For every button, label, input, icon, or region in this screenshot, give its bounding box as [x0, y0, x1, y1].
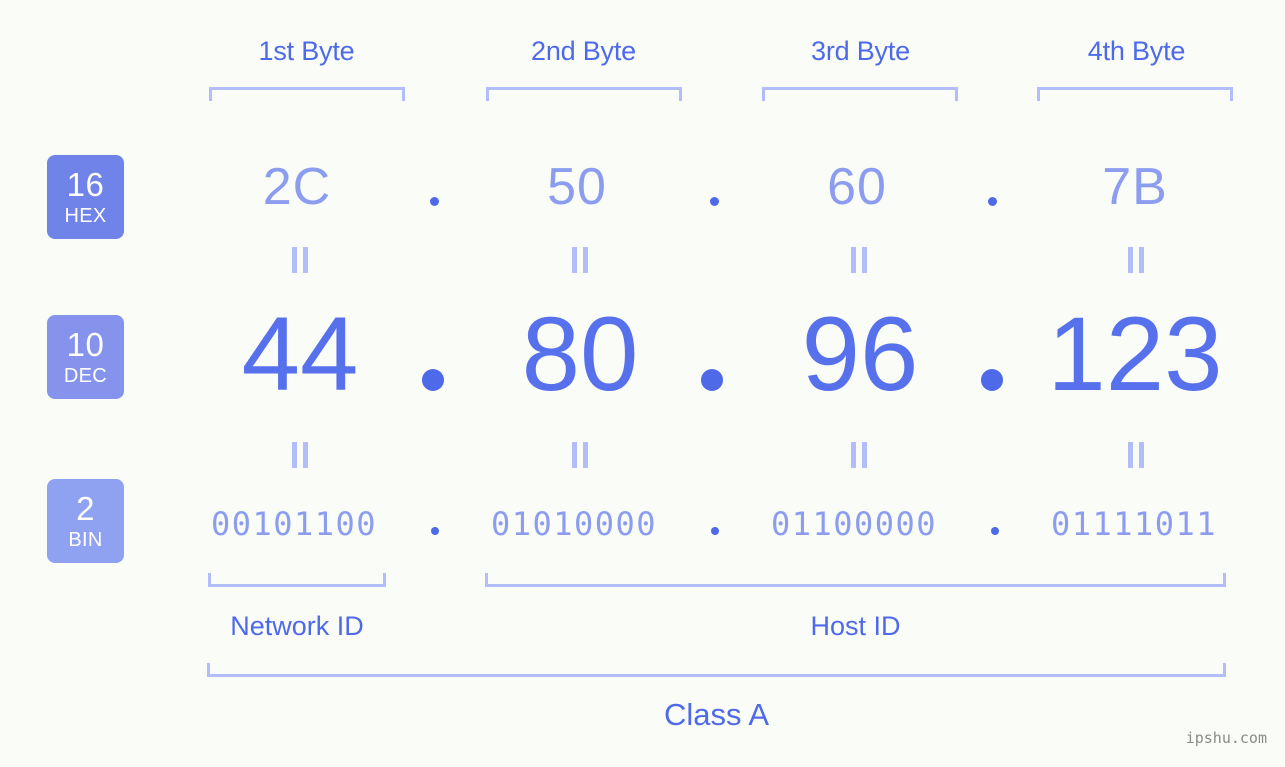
bin-separator-3 — [991, 527, 999, 535]
base-badge-hex-number: 16 — [66, 166, 105, 203]
base-badge-bin: 2 BIN — [47, 479, 124, 563]
hex-separator-1 — [430, 197, 439, 206]
dec-octet-4: 123 — [1047, 296, 1223, 413]
equals-icon-dec-bin-4 — [1127, 442, 1145, 468]
equals-icon-dec-bin-1 — [291, 442, 309, 468]
dec-separator-1 — [422, 369, 444, 391]
byte-label-1: 1st Byte — [258, 36, 355, 66]
base-badge-dec-name: DEC — [63, 365, 108, 387]
network-id-label: Network ID — [230, 611, 364, 641]
base-badge-hex: 16 HEX — [47, 155, 124, 239]
dec-octet-1: 44 — [241, 296, 359, 413]
dec-separator-3 — [981, 369, 1003, 391]
byte-bracket-3 — [762, 87, 958, 101]
dec-octet-3: 96 — [801, 296, 919, 413]
equals-icon-dec-bin-2 — [571, 442, 589, 468]
base-badge-hex-name: HEX — [64, 205, 107, 227]
bin-octet-1: 00101100 — [210, 505, 378, 543]
byte-bracket-1 — [209, 87, 405, 101]
equals-icon-dec-bin-3 — [850, 442, 868, 468]
network-id-bracket — [208, 573, 386, 587]
bin-octet-4: 01111011 — [1050, 505, 1218, 543]
byte-label-3: 3rd Byte — [811, 36, 910, 66]
site-watermark: ipshu.com — [1185, 729, 1267, 747]
hex-octet-2: 50 — [547, 158, 607, 216]
dec-octet-2: 80 — [521, 296, 639, 413]
equals-icon-hex-dec-2 — [571, 247, 589, 273]
base-badge-bin-number: 2 — [76, 490, 95, 527]
equals-icon-hex-dec-3 — [850, 247, 868, 273]
byte-label-2: 2nd Byte — [531, 36, 636, 66]
bin-octet-2: 01010000 — [490, 505, 658, 543]
host-id-bracket — [485, 573, 1226, 587]
class-bracket — [207, 663, 1226, 677]
base-badge-bin-name: BIN — [68, 529, 103, 551]
byte-bracket-4 — [1037, 87, 1233, 101]
base-badge-dec-number: 10 — [66, 326, 105, 363]
bin-octet-3: 01100000 — [770, 505, 938, 543]
hex-octet-1: 2C — [262, 158, 332, 216]
hex-separator-3 — [988, 197, 997, 206]
equals-icon-hex-dec-1 — [291, 247, 309, 273]
class-label: Class A — [663, 697, 770, 732]
equals-icon-hex-dec-4 — [1127, 247, 1145, 273]
bin-separator-2 — [711, 527, 719, 535]
hex-separator-2 — [710, 197, 719, 206]
dec-separator-2 — [701, 369, 723, 391]
hex-octet-3: 60 — [827, 158, 887, 216]
host-id-label: Host ID — [810, 611, 901, 641]
bin-separator-1 — [431, 527, 439, 535]
hex-octet-4: 7B — [1102, 158, 1168, 216]
base-badge-dec: 10 DEC — [47, 315, 124, 399]
ip-breakdown-diagram: 1st Byte 2nd Byte 3rd Byte 4th Byte 16 H… — [0, 0, 1285, 767]
byte-label-4: 4th Byte — [1087, 36, 1186, 66]
byte-bracket-2 — [486, 87, 682, 101]
